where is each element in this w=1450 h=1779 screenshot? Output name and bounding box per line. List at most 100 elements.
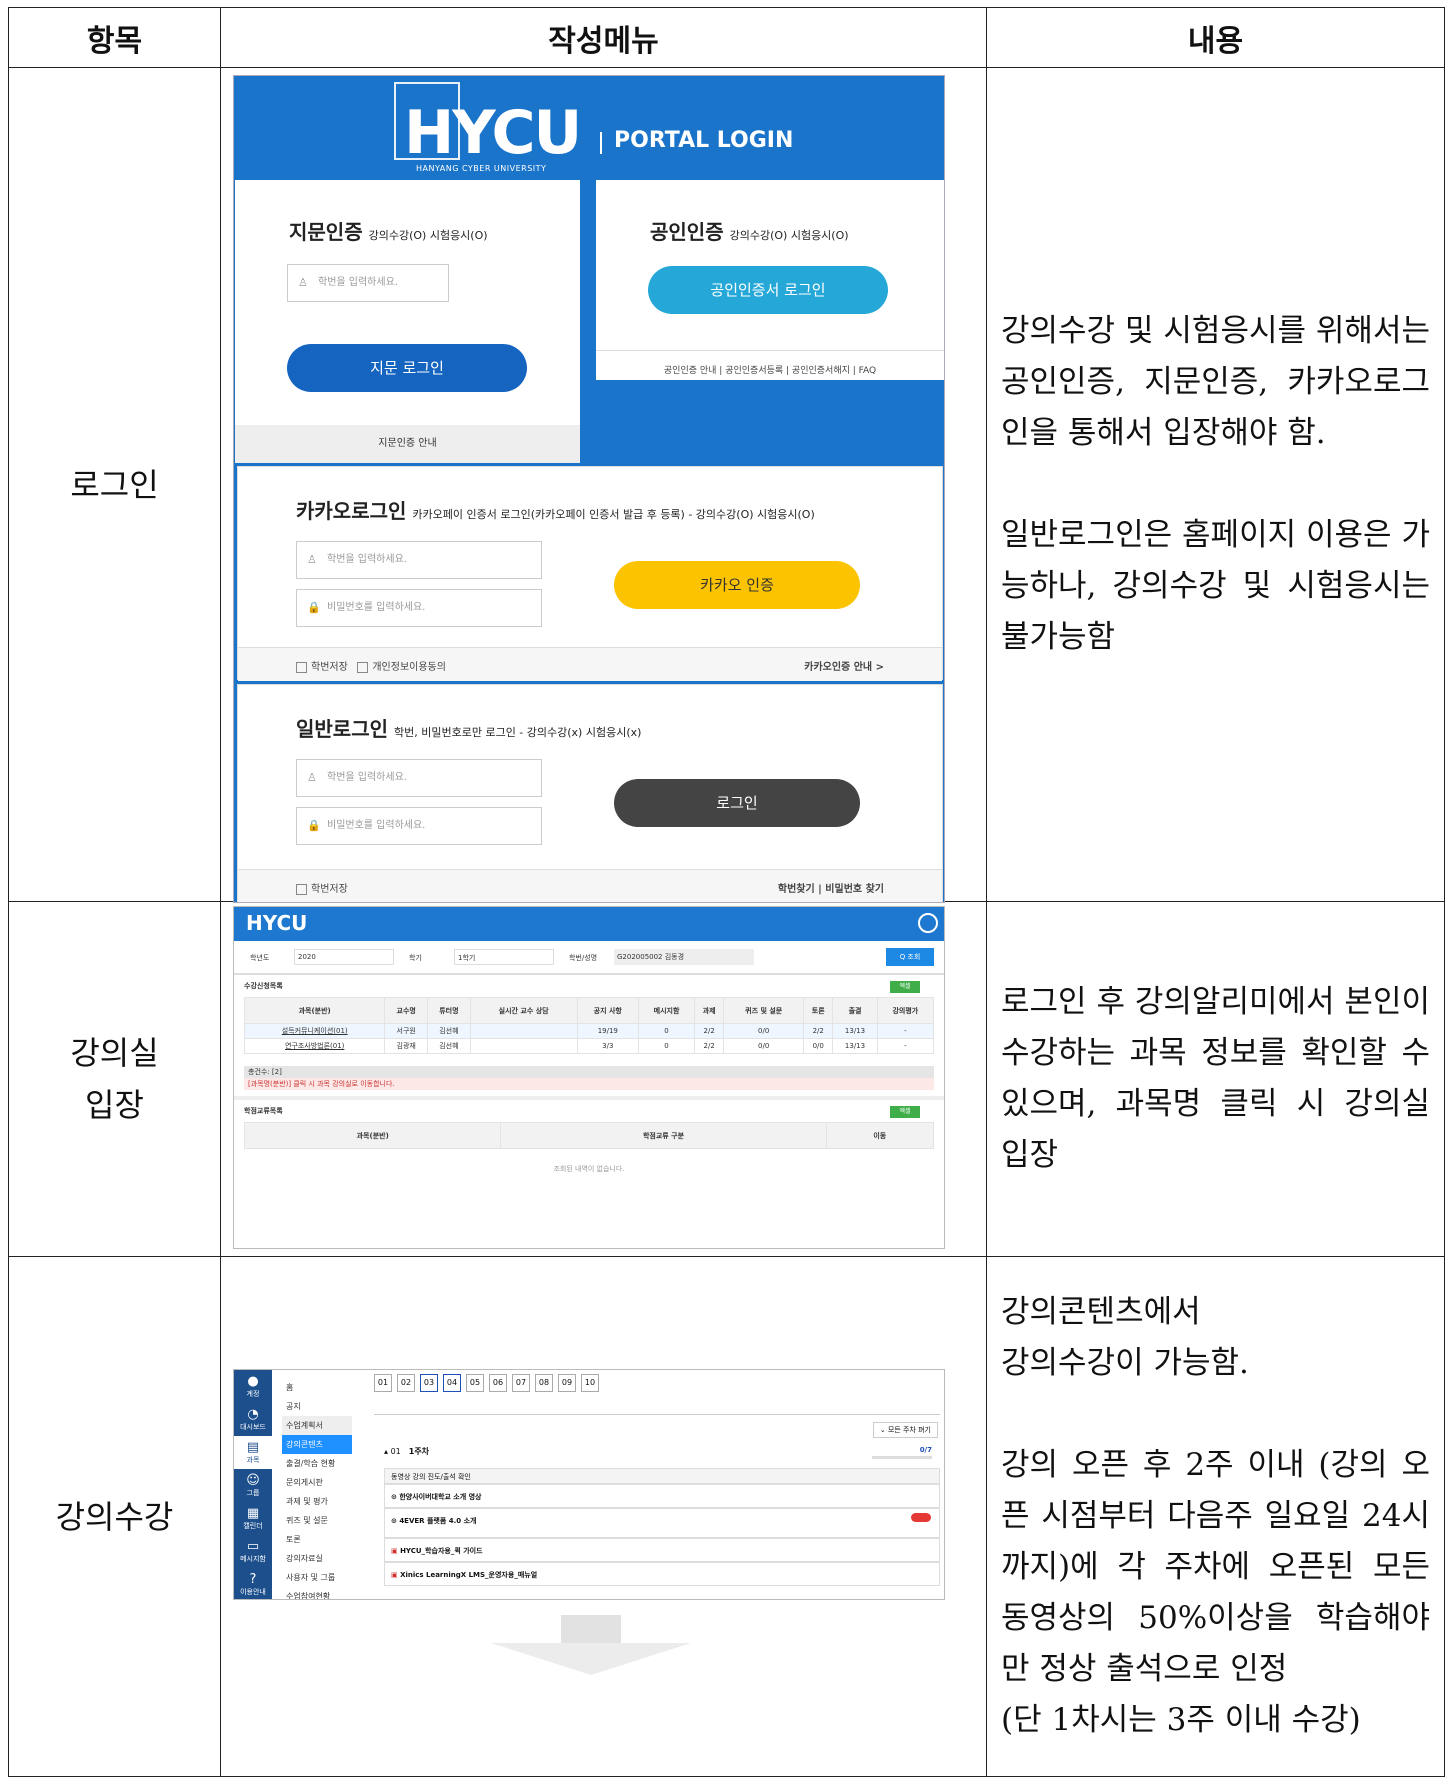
login-desc: 강의수강 및 시험응시를 위해서는 공인인증, 지문인증, 카카오로그인을 통해… xyxy=(986,67,1445,902)
week-tab[interactable]: 05 xyxy=(466,1374,484,1392)
calendar-icon: ▦ xyxy=(246,1506,260,1521)
menu-contents[interactable]: 강의콘텐츠 xyxy=(282,1435,352,1454)
course-link[interactable]: 연구조사방법론(01) xyxy=(243,1038,386,1054)
cert-title: 공인인증 강의수강(O) 시험응시(O) xyxy=(650,220,849,244)
login-screenshot: HYCU HANYANG CYBER UNIVERSITY PORTAL LOG… xyxy=(233,75,945,903)
week-tab[interactable]: 07 xyxy=(512,1374,530,1392)
menu-syllabus[interactable]: 수업계획서 xyxy=(282,1416,352,1435)
header-content: 내용 xyxy=(986,7,1445,68)
kakao-auth-button[interactable]: 카카오 인증 xyxy=(614,561,860,609)
nav-course[interactable]: ▤ 과목 xyxy=(234,1436,272,1469)
kakao-footer: 학번저장 개인정보이용동의 카카오인증 안내 > xyxy=(238,647,942,681)
lock-icon: 🔒 xyxy=(307,601,321,614)
lecture-screenshot: ● 계정 ◔ 대시보드 ▤ 과목 ☺ 그룹 ▦ 캘린더 ▭ 메시지함 ? 이용안내 홈 공지 … xyxy=(233,1369,945,1600)
caret-icon: ▴ 01 xyxy=(384,1447,401,1456)
nav-help[interactable]: ? 이용안내 xyxy=(234,1568,272,1599)
finger-guide-link[interactable]: 지문인증 안내 xyxy=(235,425,580,463)
menu-assignment[interactable]: 과제 및 평가 xyxy=(282,1492,352,1511)
nav-account[interactable]: ● 계정 xyxy=(234,1370,272,1403)
menu-users[interactable]: 사용자 및 그룹 xyxy=(282,1568,352,1587)
user-icon: ♙ xyxy=(298,276,308,289)
general-id-input[interactable]: ♙ 학번을 입력하세요. xyxy=(296,759,542,797)
classroom-screenshot: HYCU 학년도 2020 학기 1학기 학번/성명 G202005002 김동… xyxy=(233,906,945,1249)
lecture-desc-3: (단 1차시는 3주 이내 수강) xyxy=(1001,1702,1361,1738)
menu-participation[interactable]: 수업참여현황 xyxy=(282,1587,352,1599)
kakao-title: 카카오로그인 카카오페이 인증서 로그인(카카오페이 인증서 발급 후 등록) -… xyxy=(296,499,815,523)
menu-attendance[interactable]: 출결/학습 현황 xyxy=(282,1454,352,1473)
lecture-row: 강의수강 ● 계정 ◔ 대시보드 ▤ 과목 ☺ 그룹 ▦ 캘린더 ▭ 메시지함 ? 이용안내 … xyxy=(8,1256,1445,1777)
nav-calendar[interactable]: ▦ 캘린더 xyxy=(234,1502,272,1535)
arrow-down-icon xyxy=(491,1615,691,1675)
expand-all-button[interactable]: ⌄ 모든 주차 펴기 xyxy=(872,1422,938,1438)
kakao-panel: 카카오로그인 카카오페이 인증서 로그인(카카오페이 인증서 발급 후 등록) -… xyxy=(237,466,943,681)
nav-group[interactable]: ☺ 그룹 xyxy=(234,1469,272,1502)
help-icon: ? xyxy=(249,1572,257,1587)
privacy-checkbox[interactable] xyxy=(357,661,369,673)
table-row: 연구조사방법론(01) 김광재 김선혜 3/3 0 2/2 0/0 0/0 13/13- xyxy=(243,1038,935,1054)
kakao-guide-link[interactable]: 카카오인증 안내 > xyxy=(804,658,884,673)
portal-login-title: PORTAL LOGIN xyxy=(614,128,794,153)
year-select[interactable]: 2020 xyxy=(294,949,394,965)
nav-dashboard[interactable]: ◔ 대시보드 xyxy=(234,1403,272,1436)
credit-table: 과목(분반) 학점교류 구분 이동 조회된 내역이 없습니다. xyxy=(243,1122,935,1189)
login-item: 로그인 xyxy=(8,67,221,902)
finger-login-button[interactable]: 지문 로그인 xyxy=(287,344,527,392)
menu-notice[interactable]: 공지 xyxy=(282,1397,352,1416)
login-row: 로그인 HYCU HANYANG CYBER UNIVERSITY PORTAL… xyxy=(8,67,1445,903)
week-header[interactable]: ▴ 01 1주차 xyxy=(384,1446,429,1457)
kakao-pw-input[interactable]: 🔒 비밀번호를 입력하세요. xyxy=(296,589,542,627)
credit-title: 학점교류목록 xyxy=(244,1107,283,1115)
week-tab[interactable]: 09 xyxy=(558,1374,576,1392)
menu-materials[interactable]: 강의자료실 xyxy=(282,1549,352,1568)
menu-qna[interactable]: 문의게시판 xyxy=(282,1473,352,1492)
course-menu: 홈 공지 수업계획서 강의콘텐츠 출결/학습 현황 문의게시판 과제 및 평가 … xyxy=(282,1378,352,1599)
syllabus-table: 항목 작성메뉴 내용 로그인 HYCU HANYANG CYBER UNIVER… xyxy=(8,7,1445,1777)
excel-button[interactable]: 엑셀 xyxy=(890,981,920,993)
general-pw-input[interactable]: 🔒 비밀번호를 입력하세요. xyxy=(296,807,542,845)
inbox-icon: ▭ xyxy=(246,1539,260,1554)
find-links[interactable]: 학번찾기 | 비밀번호 찾기 xyxy=(778,880,884,895)
notice: [과목명(분반)] 클릭 시 과목 강의실로 이동합니다. xyxy=(244,1078,934,1090)
finger-id-input[interactable]: ♙ 학번을 입력하세요. xyxy=(287,264,449,302)
week-tab[interactable]: 03 xyxy=(420,1374,438,1392)
menu-home[interactable]: 홈 xyxy=(282,1378,352,1397)
menu-quiz[interactable]: 퀴즈 및 설문 xyxy=(282,1511,352,1530)
content-item[interactable]: ⊙ 한양사이버대학교 소개 영상 xyxy=(384,1484,940,1508)
book-icon: ▤ xyxy=(246,1440,260,1455)
content-item[interactable]: ▣ Xinics LearningX LMS_운영자용_매뉴얼 xyxy=(384,1562,940,1586)
excel-button[interactable]: 엑셀 xyxy=(890,1106,920,1118)
group-icon: ☺ xyxy=(246,1473,260,1488)
week-tab[interactable]: 06 xyxy=(489,1374,507,1392)
lecture-desc-1a: 강의콘텐츠에서 xyxy=(1001,1294,1201,1330)
week-tab[interactable]: 08 xyxy=(535,1374,553,1392)
hycu-logo: HYCU xyxy=(404,98,582,168)
classroom-screenshot-cell: HYCU 학년도 2020 학기 1학기 학번/성명 G202005002 김동… xyxy=(220,901,987,1257)
week-tab[interactable]: 10 xyxy=(581,1374,599,1392)
cert-login-button[interactable]: 공인인증서 로그인 xyxy=(648,266,888,314)
nav-inbox[interactable]: ▭ 메시지함 xyxy=(234,1535,272,1568)
term-select[interactable]: 1학기 xyxy=(454,949,554,965)
save-id-checkbox[interactable] xyxy=(296,661,307,673)
content-item[interactable]: ▣ HYCU_학습자용_퀵 가이드 xyxy=(384,1538,940,1562)
week-tab[interactable]: 04 xyxy=(443,1374,461,1392)
general-login-button[interactable]: 로그인 xyxy=(614,779,860,827)
cert-links[interactable]: 공인인증 안내 | 공인인증서등록 | 공인인증서해지 | FAQ xyxy=(596,350,944,376)
lock-icon: 🔒 xyxy=(307,819,321,832)
kakao-id-input[interactable]: ♙ 학번을 입력하세요. xyxy=(296,541,542,579)
enroll-table: 과목(분반) 교수명 튜터명 실시간 교수 상담 공지 사항 메시지함 과제 퀴즈 및 설문 토… xyxy=(243,997,935,1054)
week-tab[interactable]: 02 xyxy=(397,1374,415,1392)
course-link[interactable]: 설득커뮤니케이션(01) xyxy=(243,1023,386,1039)
pdf-icon: ▣ xyxy=(391,1571,401,1579)
save-id-checkbox[interactable] xyxy=(296,883,307,895)
divider xyxy=(600,132,602,154)
user-icon: ♙ xyxy=(307,771,317,784)
content-item[interactable]: ⊙ 4EVER 플랫폼 4.0 소개 xyxy=(384,1508,940,1538)
login-screenshot-cell: HYCU HANYANG CYBER UNIVERSITY PORTAL LOG… xyxy=(220,67,987,903)
classroom-row: 강의실 입장 HYCU 학년도 2020 학기 1학기 학번/성명 G202005… xyxy=(8,901,1445,1257)
lecture-screenshot-cell: ● 계정 ◔ 대시보드 ▤ 과목 ☺ 그룹 ▦ 캘린더 ▭ 메시지함 ? 이용안내 홈 공지 … xyxy=(220,1256,987,1777)
menu-discussion[interactable]: 토론 xyxy=(282,1530,352,1549)
search-button[interactable]: Q 조회 xyxy=(886,948,934,966)
power-icon[interactable] xyxy=(918,913,938,933)
week-tab[interactable]: 01 xyxy=(374,1374,392,1392)
dashboard-icon: ◔ xyxy=(247,1407,259,1422)
